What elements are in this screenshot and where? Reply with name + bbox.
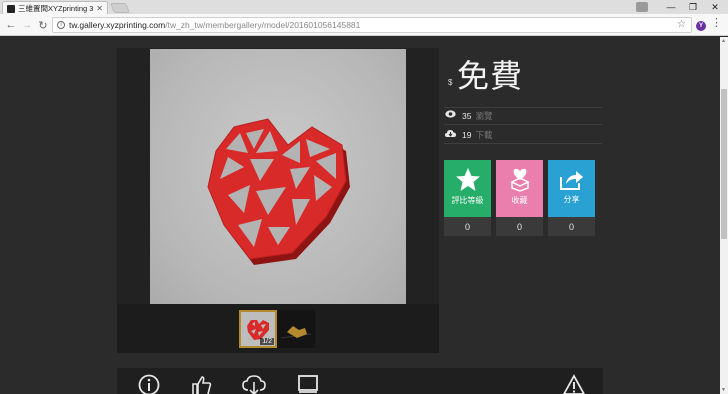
tab-close-icon[interactable]: ✕ [96, 4, 103, 13]
views-count: 35 [462, 110, 472, 121]
rate-button[interactable]: 評比等級 0 [444, 160, 491, 236]
page-content: 1/2 $ 免費 35 瀏覽 19 下載 評比等級 0 收藏 0 分享 0 [0, 37, 720, 394]
window-minimize-button[interactable]: — [660, 0, 682, 14]
address-bar[interactable]: i tw.gallery.xyzprinting.com/tw_zh_tw/me… [52, 17, 692, 33]
browser-toolbar: ← → ↻ i tw.gallery.xyzprinting.com/tw_zh… [0, 14, 728, 36]
monitor-icon[interactable] [297, 374, 319, 394]
scrollbar-thumb[interactable] [721, 89, 727, 239]
profile-icon[interactable] [636, 2, 648, 12]
browser-tab-strip: 三維置間XYZprinting 3D ✕ — ❐ ✕ [0, 0, 728, 15]
rate-label: 評比等級 [451, 196, 484, 205]
heart-model-icon [207, 118, 350, 265]
thumbnail-strip: 1/2 [117, 304, 439, 353]
cloud-download-icon [445, 129, 459, 141]
thumbnail-heart-gold[interactable] [277, 310, 315, 348]
share-count: 0 [548, 217, 595, 236]
views-label: 瀏覽 [475, 110, 493, 121]
share-button[interactable]: 分享 0 [548, 160, 595, 236]
reload-icon[interactable]: ↻ [36, 18, 50, 32]
thumbnail-counter: 1/2 [260, 338, 274, 345]
eye-icon [445, 110, 459, 121]
rate-tile[interactable]: 評比等級 [444, 160, 491, 217]
site-favicon-icon [7, 4, 15, 13]
thumbs-up-icon[interactable] [190, 374, 212, 394]
share-label: 分享 [563, 195, 580, 204]
download-icon[interactable] [242, 374, 266, 394]
model-main-image[interactable] [150, 49, 406, 304]
thumbnail-heart-red[interactable]: 1/2 [239, 310, 277, 348]
favorite-label: 收藏 [511, 196, 528, 205]
rate-count: 0 [444, 217, 491, 236]
page-scrollbar[interactable]: ▲ ▼ [720, 37, 728, 394]
forward-arrow-icon[interactable]: → [20, 18, 34, 32]
window-close-button[interactable]: ✕ [704, 0, 726, 14]
downloads-label: 下載 [475, 129, 493, 140]
star-icon [455, 168, 480, 191]
favorite-count: 0 [496, 217, 543, 236]
share-tile[interactable]: 分享 [548, 160, 595, 217]
favorite-button[interactable]: 收藏 0 [496, 160, 543, 236]
price-text: 免費 [457, 58, 524, 94]
new-tab-button[interactable] [110, 3, 130, 13]
warning-icon[interactable] [563, 374, 585, 394]
heart-box-icon [509, 168, 530, 192]
url-host: tw.gallery.xyzprinting.com [69, 20, 166, 30]
model-toolbar [117, 368, 603, 394]
scroll-down-icon[interactable]: ▼ [721, 387, 726, 393]
bookmark-star-icon[interactable]: ☆ [677, 19, 686, 30]
tab-title: 三維置間XYZprinting 3D [18, 4, 95, 13]
downloads-stat: 19 下載 [444, 126, 602, 144]
browser-tab[interactable]: 三維置間XYZprinting 3D ✕ [2, 1, 108, 15]
url-path: /tw_zh_tw/membergallery/model/2016010561… [165, 20, 361, 30]
heart-gold-thumbnail-icon [277, 310, 315, 348]
window-restore-button[interactable]: ❐ [682, 0, 704, 14]
back-arrow-icon[interactable]: ← [4, 18, 18, 32]
views-stat: 35 瀏覽 [444, 107, 602, 125]
address-url: tw.gallery.xyzprinting.com/tw_zh_tw/memb… [69, 20, 360, 30]
scroll-up-icon[interactable]: ▲ [721, 38, 726, 44]
downloads-count: 19 [462, 129, 472, 140]
share-arrow-icon [559, 171, 583, 190]
currency-symbol: $ [448, 78, 453, 87]
favorite-tile[interactable]: 收藏 [496, 160, 543, 217]
site-info-icon[interactable]: i [57, 21, 65, 29]
info-icon[interactable] [138, 374, 160, 394]
extension-icon[interactable]: Y [696, 21, 706, 31]
model-viewer: 1/2 [117, 48, 439, 353]
browser-menu-icon[interactable]: ⋮ [711, 18, 722, 29]
